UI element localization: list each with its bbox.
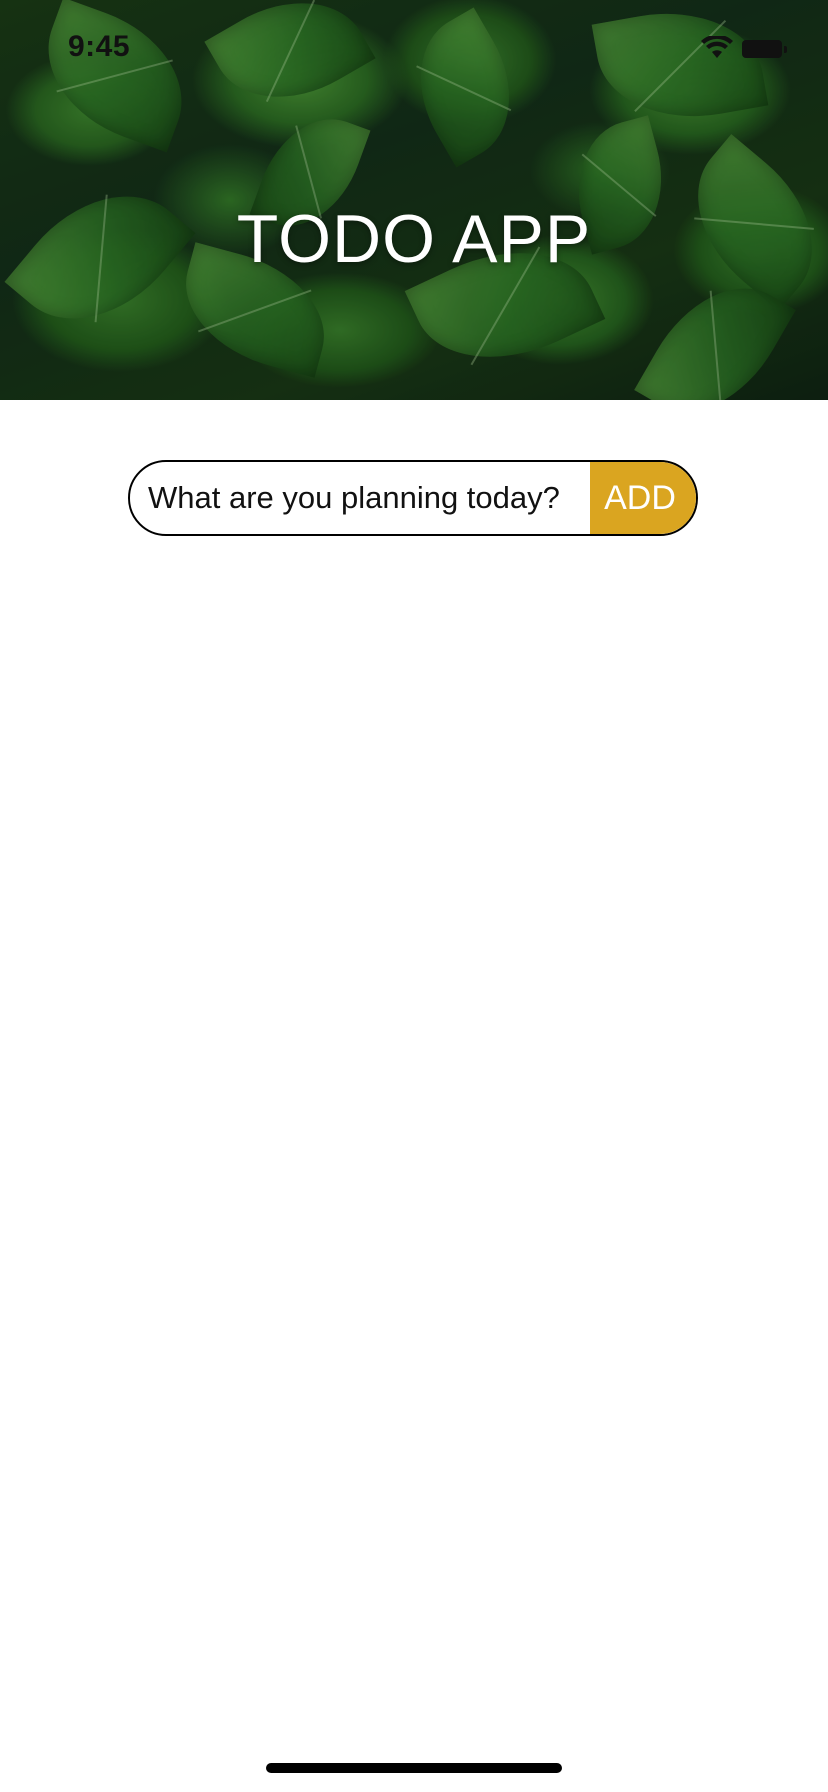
battery-icon: [742, 40, 787, 58]
status-bar: 9:45: [0, 0, 828, 100]
todo-list: [128, 560, 698, 1660]
app-screen: 9:45 TODO APP ADD: [0, 0, 828, 1792]
add-button[interactable]: ADD: [590, 462, 696, 534]
header-banner: 9:45 TODO APP: [0, 0, 828, 400]
status-time: 9:45: [68, 30, 131, 63]
home-indicator[interactable]: [266, 1763, 562, 1773]
wifi-icon: [701, 36, 733, 58]
page-title: TODO APP: [236, 201, 592, 277]
todo-input[interactable]: [130, 462, 590, 534]
todo-form: ADD: [128, 460, 698, 536]
